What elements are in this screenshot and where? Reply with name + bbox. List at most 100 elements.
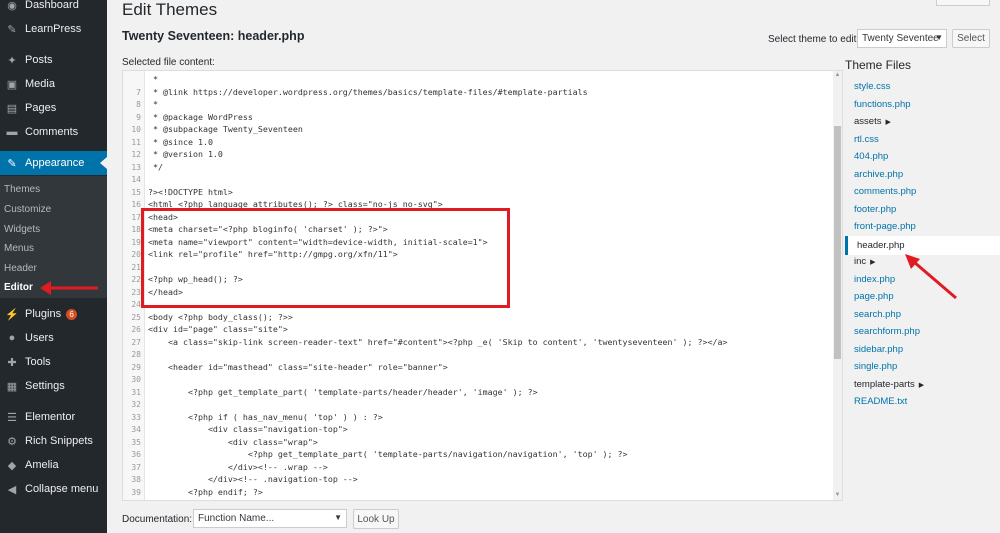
- theme-file-link[interactable]: comments.php: [854, 186, 916, 197]
- theme-file-link[interactable]: page.php: [854, 291, 894, 302]
- code-text: *: [148, 74, 158, 84]
- code-line: 39 <?php endif; ?>: [123, 486, 823, 499]
- sidebar-item-label: Appearance: [25, 157, 85, 169]
- theme-folder[interactable]: inc ▶: [854, 256, 876, 267]
- line-number: 20: [131, 250, 141, 259]
- sidebar-item-appearance[interactable]: ✎ Appearance: [0, 151, 107, 175]
- theme-file-link[interactable]: sidebar.php: [854, 344, 903, 355]
- sidebar-item-dashboard[interactable]: ◉ Dashboard: [0, 0, 107, 16]
- theme-file-link[interactable]: index.php: [854, 274, 895, 285]
- theme-file-link[interactable]: footer.php: [854, 204, 896, 215]
- submenu-item-customize[interactable]: Customize: [0, 200, 107, 218]
- theme-folder[interactable]: template-parts ▶: [854, 379, 924, 390]
- sidebar-item-elementor[interactable]: ☰ Elementor: [0, 406, 107, 428]
- triangle-right-icon: ▶: [885, 119, 891, 126]
- scroll-up-icon[interactable]: ▲: [833, 71, 842, 80]
- wrench-icon: ✚: [7, 356, 17, 369]
- code-line: 34 <div class="navigation-top">: [123, 423, 823, 436]
- line-number: 17: [131, 212, 141, 222]
- line-number: 34: [131, 425, 141, 434]
- sidebar-item-tools[interactable]: ✚ Tools: [0, 351, 107, 373]
- sidebar-item-users[interactable]: ● Users: [0, 327, 107, 349]
- theme-file-link[interactable]: front-page.php: [854, 221, 916, 232]
- scroll-down-icon[interactable]: ▼: [833, 491, 842, 500]
- theme-file-label: template-parts: [854, 378, 915, 390]
- theme-file-link[interactable]: searchform.php: [854, 326, 920, 337]
- look-up-button[interactable]: Look Up: [353, 509, 399, 529]
- select-theme-button[interactable]: Select: [952, 29, 990, 48]
- line-number: 22: [131, 275, 141, 284]
- line-number: 15: [131, 187, 141, 197]
- theme-files-title: Theme Files: [845, 58, 912, 72]
- sidebar-item-collapse-menu[interactable]: ◀ Collapse menu: [0, 478, 107, 500]
- code-text: *: [148, 99, 158, 109]
- pin-icon: ✦: [7, 54, 17, 67]
- collapse-icon: ◀: [7, 483, 17, 496]
- line-number: 35: [131, 437, 141, 447]
- theme-select[interactable]: Twenty Seventee ▼: [857, 29, 947, 48]
- line-number: 32: [131, 400, 141, 409]
- theme-file-link[interactable]: single.php: [854, 361, 897, 372]
- submenu-item-widgets[interactable]: Widgets: [0, 220, 107, 238]
- theme-file-label: searchform.php: [854, 326, 921, 337]
- line-number: 37: [131, 462, 141, 472]
- sidebar-item-media[interactable]: ▣ Media: [0, 73, 107, 95]
- code-text: <body <?php body_class(); ?>>: [148, 311, 293, 322]
- theme-folder[interactable]: assets ▶: [854, 116, 891, 127]
- line-number: 13: [131, 162, 141, 172]
- line-number: 12: [131, 150, 141, 159]
- submenu-item-editor[interactable]: Editor: [0, 278, 107, 296]
- theme-file-label: footer.php: [854, 203, 897, 215]
- theme-file-label: sidebar.php: [854, 343, 904, 355]
- code-line: 30: [123, 373, 823, 386]
- sidebar-item-plugins[interactable]: ⚡ Plugins 6: [0, 303, 107, 325]
- code-line: 38 </div><!-- .navigation-top -->: [123, 473, 823, 486]
- sidebar-item-label: Posts: [25, 54, 53, 66]
- code-text: <div class="navigation-top">: [148, 424, 348, 434]
- sidebar-item-label: Dashboard: [25, 0, 79, 11]
- function-name-select[interactable]: Function Name... ▼: [193, 509, 347, 528]
- scrollbar-thumb[interactable]: [834, 126, 841, 359]
- submenu-item-menus[interactable]: Menus: [0, 239, 107, 257]
- editor-scrollbar[interactable]: ▲ ▼: [833, 71, 842, 500]
- screen-options-tab[interactable]: [936, 0, 990, 6]
- theme-file-link[interactable]: rtl.css: [854, 134, 879, 145]
- theme-file-label: search.php: [854, 308, 902, 320]
- code-text: <div class="wrap">: [148, 436, 318, 447]
- sidebar-item-posts[interactable]: ✦ Posts: [0, 49, 107, 71]
- theme-file-link[interactable]: style.css: [854, 81, 890, 92]
- documentation-label: Documentation:: [122, 514, 193, 525]
- theme-file-label: page.php: [854, 291, 894, 302]
- theme-file-link[interactable]: 404.php: [854, 151, 888, 162]
- dashboard-icon: ◉: [7, 0, 17, 12]
- line-number: 39: [131, 487, 141, 497]
- sidebar-item-pages[interactable]: ▤ Pages: [0, 97, 107, 119]
- line-number: 19: [131, 237, 141, 247]
- code-line: 31 <?php get_template_part( 'template-pa…: [123, 386, 823, 399]
- theme-file-link[interactable]: functions.php: [854, 99, 911, 110]
- sidebar-item-rich-snippets[interactable]: ⚙ Rich Snippets: [0, 430, 107, 452]
- sidebar-item-settings[interactable]: ▦ Settings: [0, 375, 107, 397]
- elementor-icon: ☰: [7, 411, 17, 424]
- code-text: </div><!-- .navigation-top -->: [148, 474, 358, 484]
- theme-file-link[interactable]: search.php: [854, 309, 901, 320]
- theme-file-link[interactable]: archive.php: [854, 169, 903, 180]
- theme-file-label: rtl.css: [854, 133, 879, 145]
- sidebar-item-label: Collapse menu: [25, 483, 99, 495]
- line-number: 26: [131, 325, 141, 334]
- submenu-item-header[interactable]: Header: [0, 259, 107, 277]
- code-text: */: [148, 161, 163, 172]
- code-line: 12 * @version 1.0: [123, 148, 823, 161]
- code-line: 32: [123, 398, 823, 411]
- line-number: 10: [131, 125, 141, 134]
- theme-file-label: assets: [854, 116, 882, 127]
- line-number: 31: [131, 387, 141, 397]
- theme-file-active[interactable]: header.php: [845, 235, 1000, 255]
- code-text: ?><!DOCTYPE html>: [148, 186, 233, 197]
- learnpress-icon: ✎: [7, 23, 17, 36]
- sidebar-item-amelia[interactable]: ◆ Amelia: [0, 454, 107, 476]
- sidebar-item-learnpress[interactable]: ✎ LearnPress: [0, 18, 107, 40]
- submenu-item-themes[interactable]: Themes: [0, 180, 107, 198]
- theme-file-link[interactable]: README.txt: [854, 396, 907, 407]
- sidebar-item-comments[interactable]: ▬ Comments: [0, 121, 107, 143]
